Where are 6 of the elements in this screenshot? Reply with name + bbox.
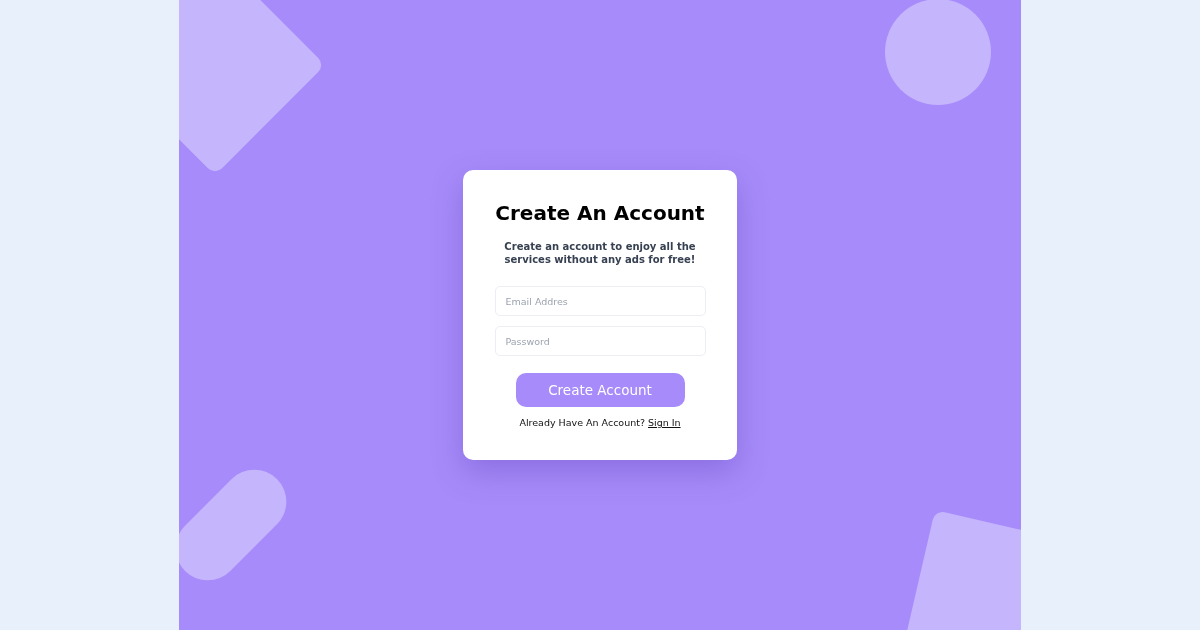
footer-text: Already Have An Account? (519, 417, 645, 428)
card-subtitle: Create an account to enjoy all the services without any ads for free! (503, 240, 697, 266)
card-title: Create An Account (495, 201, 705, 225)
input-field[interactable]: Password (494, 326, 706, 356)
input-field[interactable]: Email Addres (494, 286, 706, 316)
sign-in-link[interactable]: Sign In (648, 417, 681, 428)
